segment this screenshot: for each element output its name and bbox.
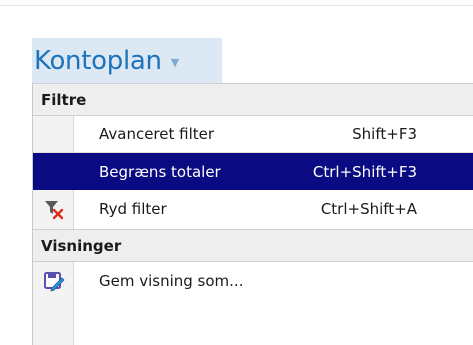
top-divider (0, 5, 473, 6)
section-label: Visninger (41, 236, 122, 255)
menu-item-label: Begræns totaler (99, 162, 221, 181)
menu-item-label: Gem visning som... (99, 271, 244, 290)
save-view-icon (43, 270, 65, 292)
page-title: Kontoplan (34, 45, 162, 76)
section-header-visninger: Visninger (33, 229, 473, 262)
kontoplan-dropdown-button[interactable]: Kontoplan ▼ (32, 38, 222, 83)
menu-item-label: Ryd filter (99, 199, 167, 218)
menu-item-shortcut: Ctrl+Shift+F3 (312, 162, 417, 181)
menu-item-avanceret-filter[interactable]: Avanceret filter Shift+F3 (33, 116, 473, 153)
section-label: Filtre (41, 90, 87, 109)
chevron-down-icon[interactable]: ▼ (171, 56, 179, 69)
menu-item-icon-slot (33, 153, 74, 190)
menu-item-shortcut: Shift+F3 (352, 125, 417, 143)
menu-item-begraens-totaler[interactable]: Begræns totaler Ctrl+Shift+F3 (33, 153, 473, 190)
dropdown-menu: Filtre Avanceret filter Shift+F3 Begræns… (32, 83, 473, 345)
menu-item-icon-slot (33, 262, 74, 299)
menu-item-gem-visning-som[interactable]: Gem visning som... (33, 262, 473, 299)
screen: Kontoplan ▼ Filtre Avanceret filter Shif… (0, 0, 473, 345)
menu-item-icon-slot (33, 190, 74, 227)
menu-item-ryd-filter[interactable]: Ryd filter Ctrl+Shift+A (33, 190, 473, 227)
menu-item-icon-slot (33, 116, 74, 152)
clear-filter-icon (43, 198, 65, 220)
menu-item-label: Avanceret filter (99, 125, 215, 143)
menu-item-shortcut: Ctrl+Shift+A (320, 199, 417, 218)
section-header-filtre: Filtre (33, 83, 473, 116)
